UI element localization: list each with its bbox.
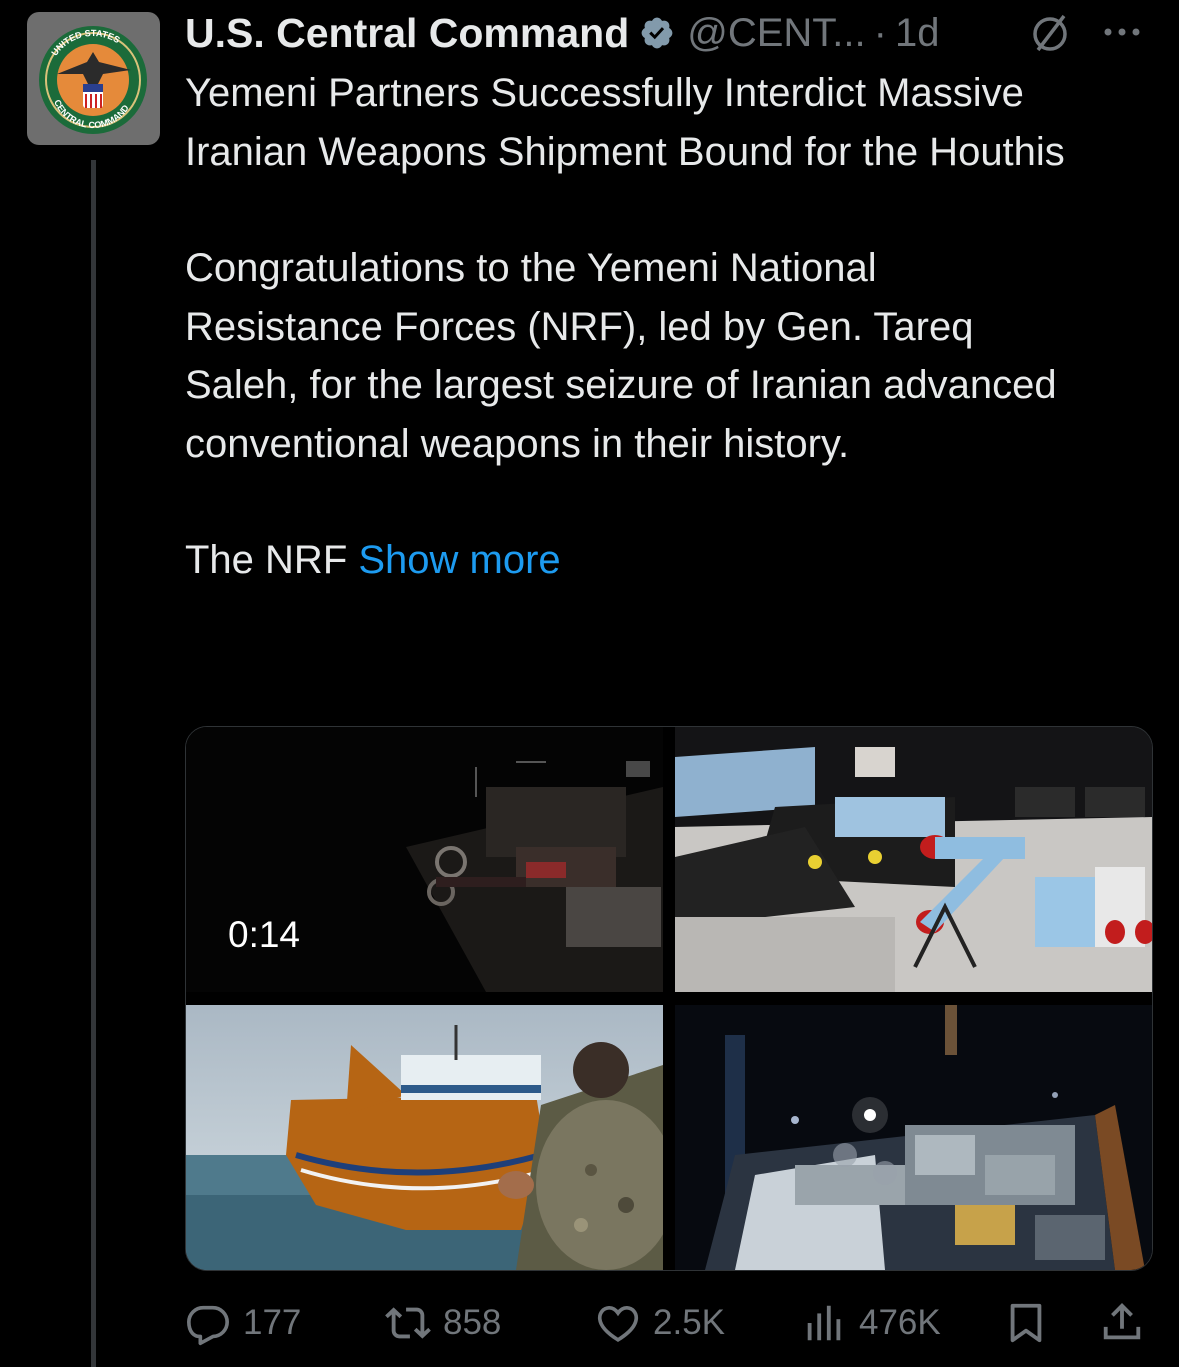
like-icon [597,1306,639,1343]
repost-icon [385,1307,431,1339]
repost-count: 858 [443,1303,502,1342]
centcom-seal: UNITED STATES CENTRAL COMMAND [39,26,147,134]
author-handle[interactable]: @CENT... [687,11,865,56]
more-options-icon[interactable] [1098,14,1146,50]
like-button[interactable]: 2.5K [595,1295,725,1351]
thread-line [91,160,96,1367]
media-image-night-ship[interactable] [675,1005,1152,1270]
share-button[interactable] [1099,1295,1145,1351]
views-count: 476K [859,1303,941,1342]
tweet-actions: 177 858 2.5K 476K [185,1295,1151,1351]
verified-badge-icon[interactable] [639,15,675,51]
dhow-boat-photo [186,1005,663,1270]
media-image-dhow-boat[interactable] [186,1005,663,1270]
show-more-link[interactable]: Show more [358,538,560,582]
media-image-weapons-display[interactable] [675,727,1152,992]
media-video[interactable]: 0:14 [186,727,663,992]
reply-count: 177 [243,1303,302,1342]
grok-icon[interactable] [1028,12,1072,56]
video-duration: 0:14 [228,914,301,955]
author-name[interactable]: U.S. Central Command [185,10,629,57]
bookmark-icon [1010,1303,1042,1343]
views-button[interactable]: 476K [801,1295,941,1351]
avatar[interactable]: UNITED STATES CENTRAL COMMAND [27,12,160,145]
like-count: 2.5K [653,1303,725,1342]
tweet-header: U.S. Central Command @CENT... · 1d [185,8,939,58]
views-icon [807,1305,841,1341]
timestamp[interactable]: 1d [895,11,940,56]
weapons-display-photo [675,727,1152,992]
reply-button[interactable]: 177 [185,1295,301,1351]
reply-icon [187,1305,229,1346]
repost-button[interactable]: 858 [385,1295,501,1351]
tweet-truncated-line: The NRF Show more [185,531,1155,590]
bookmark-button[interactable] [1003,1295,1049,1351]
tweet-text: Yemeni Partners Successfully Interdict M… [185,64,1155,590]
media-grid: 0:14 [185,726,1153,1271]
time-separator: · [873,10,887,55]
night-ship-photo [675,1005,1152,1270]
share-icon [1103,1303,1141,1340]
tweet-paragraph: Congratulations to the Yemeni National R… [185,246,1057,466]
truncated-text: The NRF [185,538,359,582]
tweet-headline: Yemeni Partners Successfully Interdict M… [185,71,1065,174]
